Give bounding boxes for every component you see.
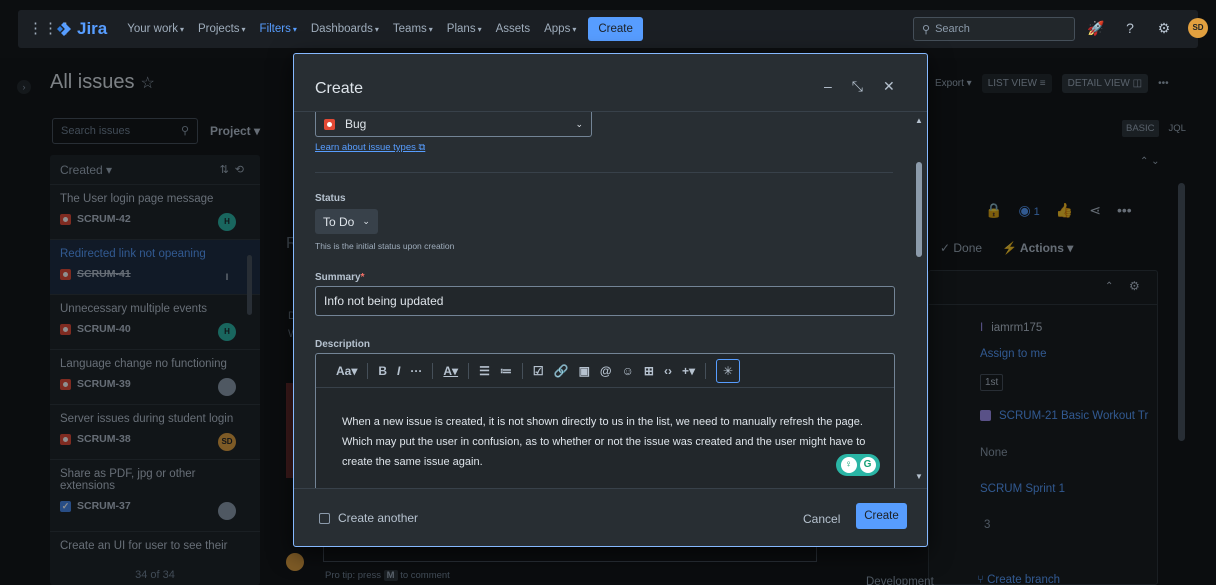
create-issue-dialog: Create – ⤡ ✕ Bug ⌄ Learn about issue typ… (293, 53, 928, 547)
nav-projects[interactable]: Projects ▾ (198, 23, 246, 35)
nav-assets[interactable]: Assets (496, 23, 531, 35)
nav-apps[interactable]: Apps ▾ (544, 23, 576, 35)
jira-logo-icon (57, 22, 71, 36)
toolbar-divider (704, 362, 706, 379)
chevron-down-icon: ▾ (179, 25, 184, 34)
text-color-icon[interactable]: A▾ (443, 364, 458, 378)
summary-label: Summary* (315, 272, 365, 283)
nav-filters[interactable]: Filters ▾ (260, 23, 297, 35)
close-icon[interactable]: ✕ (883, 78, 895, 95)
bold-icon[interactable]: B (378, 364, 387, 378)
status-label: Status (315, 193, 346, 204)
toolbar-divider (468, 362, 470, 379)
ai-sparkle-icon[interactable]: ✳ (715, 358, 740, 383)
editor-toolbar: Aa▾ B I ··· A▾ ☰ ≔ ☑ 🔗 ▣ @ ☺ ⊞ ‹› +▾ ✳ (316, 354, 894, 388)
table-icon[interactable]: ⊞ (644, 364, 654, 378)
external-link-icon: ⧉ (418, 142, 426, 153)
minimize-icon[interactable]: – (824, 78, 832, 95)
grammarly-widget[interactable]: ♀ G (836, 454, 880, 476)
description-text[interactable]: When a new issue is created, it is not s… (316, 388, 894, 472)
top-navigation: ⋮⋮⋮ Jira Your work ▾ Projects ▾ Filters ▾ D… (0, 0, 1216, 58)
status-dropdown[interactable]: To Do ⌄ (315, 209, 378, 234)
divider (315, 172, 893, 173)
lightbulb-icon: ♀ (840, 457, 857, 473)
bullet-list-icon[interactable]: ☰ (479, 364, 490, 378)
toolbar-divider (367, 362, 369, 379)
insert-more-icon[interactable]: +▾ (682, 364, 695, 378)
checkbox-icon[interactable]: ☑ (533, 364, 544, 378)
chevron-down-icon: ▾ (374, 25, 379, 34)
top-icons: 🚀 ? ⚙ SD (1086, 18, 1208, 38)
create-another-checkbox[interactable]: Create another (319, 511, 418, 525)
top-navigation-bar: ⋮⋮⋮ Jira Your work ▾ Projects ▾ Filters ▾ D… (18, 10, 1208, 48)
app-switcher-icon[interactable]: ⋮⋮⋮ (28, 21, 73, 37)
global-create-button[interactable]: Create (588, 17, 643, 41)
scroll-up-icon[interactable]: ▲ (915, 116, 923, 125)
nav-plans[interactable]: Plans ▾ (447, 23, 482, 35)
gear-icon[interactable]: ⚙ (1154, 18, 1174, 38)
jira-logo-text: Jira (77, 19, 108, 38)
status-helper-text: This is the initial status upon creation (315, 241, 455, 251)
scroll-down-icon[interactable]: ▼ (915, 472, 923, 481)
help-icon[interactable]: ? (1120, 18, 1140, 38)
mention-icon[interactable]: @ (600, 364, 612, 378)
scrollbar-thumb[interactable] (916, 162, 922, 257)
chevron-down-icon: ⌄ (362, 216, 370, 226)
grammarly-icon: G (859, 457, 876, 473)
dialog-footer: Create another Cancel Create (294, 488, 927, 546)
image-icon[interactable]: ▣ (579, 364, 590, 378)
dialog-header: Create – ⤡ ✕ (294, 54, 927, 112)
chevron-down-icon: ▾ (241, 25, 246, 34)
notifications-rocket-icon[interactable]: 🚀 (1086, 18, 1106, 38)
profile-avatar[interactable]: SD (1188, 18, 1208, 38)
global-search-placeholder: Search (935, 23, 970, 35)
global-search-input[interactable]: ⚲ Search (913, 17, 1075, 41)
nav-your-work[interactable]: Your work ▾ (127, 23, 184, 35)
bug-icon (324, 118, 335, 130)
chevron-down-icon: ▾ (477, 25, 482, 34)
dialog-scrollbar[interactable]: ▲ ▼ (915, 114, 923, 486)
cancel-button[interactable]: Cancel (799, 507, 844, 531)
numbered-list-icon[interactable]: ≔ (500, 364, 512, 378)
search-icon: ⚲ (922, 23, 931, 36)
chevron-down-icon: ⌄ (575, 118, 583, 129)
dialog-controls: – ⤡ ✕ (824, 78, 895, 95)
text-style-dropdown[interactable]: Aa▾ (336, 364, 357, 378)
chevron-down-icon: ▾ (292, 25, 297, 34)
italic-icon[interactable]: I (397, 364, 400, 378)
chevron-down-icon: ▾ (428, 25, 433, 34)
description-label: Description (315, 339, 371, 350)
code-icon[interactable]: ‹› (664, 364, 672, 378)
nav-teams[interactable]: Teams ▾ (393, 23, 433, 35)
nav-dashboards[interactable]: Dashboards ▾ (311, 23, 379, 35)
shrink-icon[interactable]: ⤡ (852, 78, 863, 95)
toolbar-divider (432, 362, 434, 379)
checkbox-icon[interactable] (319, 512, 330, 524)
toolbar-divider (521, 362, 523, 379)
chevron-down-icon: ▾ (572, 25, 577, 34)
issue-type-select[interactable]: Bug ⌄ (315, 112, 592, 137)
more-formatting-icon[interactable]: ··· (410, 364, 422, 378)
main-nav: Your work ▾ Projects ▾ Filters ▾ Dashboards… (127, 23, 576, 35)
emoji-icon[interactable]: ☺ (622, 364, 634, 378)
link-icon[interactable]: 🔗 (554, 364, 569, 378)
summary-input[interactable]: Info not being updated (315, 286, 895, 316)
dialog-body: Bug ⌄ Learn about issue types ⧉ Status T… (294, 112, 927, 488)
jira-logo[interactable]: Jira (56, 19, 107, 39)
learn-issue-types-link[interactable]: Learn about issue types ⧉ (315, 142, 425, 153)
description-editor[interactable]: Aa▾ B I ··· A▾ ☰ ≔ ☑ 🔗 ▣ @ ☺ ⊞ ‹› +▾ ✳ W… (315, 353, 895, 488)
dialog-title: Create (315, 80, 364, 97)
create-button[interactable]: Create (856, 503, 907, 529)
